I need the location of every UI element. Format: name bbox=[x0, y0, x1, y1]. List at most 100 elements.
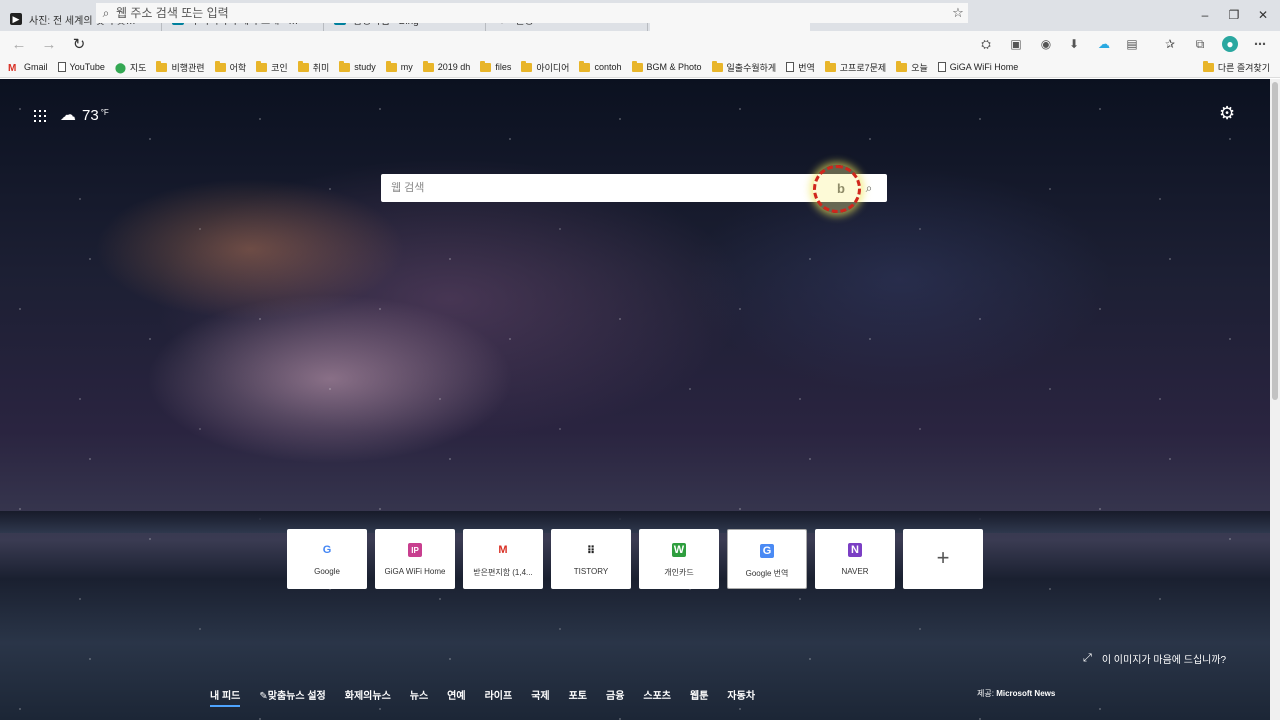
map-pin-icon: ⬤ bbox=[114, 62, 127, 74]
collections-icon[interactable]: ⧉ bbox=[1192, 36, 1208, 52]
navigation-toolbar: ← → ↻ bbox=[0, 31, 1280, 57]
quick-link-gmail[interactable]: M 받은편지함 (1,4... bbox=[463, 529, 543, 589]
w-app-icon: W bbox=[672, 543, 686, 557]
bookmark-folder[interactable]: 비행관련 bbox=[156, 60, 205, 74]
tistory-icon: ⠿ bbox=[584, 543, 598, 557]
google-translate-icon: G bbox=[760, 544, 774, 558]
bookmark-gmail[interactable]: M Gmail bbox=[8, 62, 48, 74]
bookmark-label: my bbox=[400, 62, 413, 72]
back-button[interactable]: ← bbox=[4, 31, 34, 57]
bookmark-folder[interactable]: contoh bbox=[579, 60, 622, 72]
bookmark-folder[interactable]: 고프로7문제 bbox=[824, 60, 887, 74]
page-icon bbox=[786, 62, 795, 72]
bing-logo-icon[interactable]: b bbox=[829, 176, 853, 200]
extension-icon[interactable]: ⬇ bbox=[1066, 36, 1082, 52]
bookmark-folder[interactable]: files bbox=[480, 60, 512, 72]
other-bookmarks[interactable]: 다른 즐겨찾기 bbox=[1202, 57, 1270, 78]
folder-icon bbox=[297, 60, 309, 72]
bookmark-folder[interactable]: 아이디어 bbox=[521, 60, 570, 74]
bookmark-folder[interactable]: my bbox=[385, 60, 413, 72]
bookmark-translate[interactable]: 번역 bbox=[786, 61, 815, 74]
bookmark-label: 아이디어 bbox=[536, 62, 570, 73]
quick-link-naver[interactable]: N NAVER bbox=[815, 529, 895, 589]
minimize-button[interactable]: – bbox=[1190, 8, 1220, 22]
page-icon bbox=[57, 62, 66, 72]
feed-tab-world[interactable]: 국제 bbox=[531, 687, 549, 702]
bookmark-folder[interactable]: 어학 bbox=[214, 60, 246, 74]
cloud-extension-icon[interactable]: ☁ bbox=[1096, 36, 1112, 52]
other-bookmarks-label: 다른 즐겨찾기 bbox=[1217, 63, 1270, 73]
feed-tab-entertainment[interactable]: 연예 bbox=[447, 687, 465, 702]
quick-link-google[interactable]: G Google bbox=[287, 529, 367, 589]
feed-tab-personalize[interactable]: ✎맞춤뉴스 설정 bbox=[259, 687, 325, 702]
scrollbar-thumb[interactable] bbox=[1272, 82, 1278, 400]
quick-link-google-translate[interactable]: G Google 번역 bbox=[727, 529, 807, 589]
web-search-box[interactable]: b ⌕ bbox=[381, 174, 887, 202]
feed-tab-photo[interactable]: 포토 bbox=[569, 687, 587, 702]
extension-icon[interactable]: ▣ bbox=[1008, 36, 1024, 52]
address-input[interactable] bbox=[116, 6, 948, 20]
feed-tab-autos[interactable]: 자동차 bbox=[727, 687, 755, 702]
folder-icon bbox=[339, 60, 351, 72]
bookmark-folder[interactable]: 2019 dh bbox=[422, 60, 471, 72]
quick-link-label: GiGA WiFi Home bbox=[384, 567, 446, 576]
bookmark-maps[interactable]: ⬤ 지도 bbox=[115, 61, 147, 74]
feed-tab-sports[interactable]: 스포츠 bbox=[643, 687, 671, 702]
folder-icon bbox=[156, 60, 168, 72]
extension-icon[interactable]: ◉ bbox=[1038, 36, 1054, 52]
folder-icon bbox=[896, 60, 908, 72]
feed-tab-life[interactable]: 라이프 bbox=[485, 687, 513, 702]
quick-link-tistory[interactable]: ⠿ TISTORY bbox=[551, 529, 631, 589]
feed-tab-trending[interactable]: 화제의뉴스 bbox=[345, 687, 391, 702]
favorite-star-icon[interactable]: ☆ bbox=[948, 5, 968, 21]
window-close-button[interactable]: ✕ bbox=[1248, 8, 1278, 22]
horizon bbox=[0, 511, 1270, 533]
folder-icon bbox=[631, 60, 643, 72]
quick-link-label: NAVER bbox=[841, 567, 869, 576]
provider-name: Microsoft News bbox=[996, 689, 1056, 698]
bookmark-label: 고프로7문제 bbox=[839, 62, 887, 73]
bookmark-folder[interactable]: study bbox=[339, 60, 376, 72]
extension-icon[interactable]: ▤ bbox=[1124, 36, 1140, 52]
bing-image-icon: ▶ bbox=[10, 13, 22, 25]
bookmark-label: 비행관련 bbox=[171, 62, 205, 73]
weather-widget[interactable]: ☁ 73 °F bbox=[60, 105, 109, 125]
plus-icon: + bbox=[936, 545, 950, 570]
forward-button[interactable]: → bbox=[34, 31, 64, 57]
bookmark-youtube[interactable]: YouTube bbox=[57, 62, 105, 72]
feed-tab-news[interactable]: 뉴스 bbox=[410, 687, 428, 702]
more-menu-icon[interactable]: ⋯ bbox=[1252, 36, 1268, 52]
profile-avatar[interactable]: ● bbox=[1222, 36, 1238, 52]
refresh-button[interactable]: ↻ bbox=[64, 31, 94, 57]
feed-tab-label: 맞춤뉴스 설정 bbox=[267, 690, 326, 702]
page-settings-gear-icon[interactable]: ⚙ bbox=[1219, 103, 1235, 124]
feed-tab-finance[interactable]: 금융 bbox=[606, 687, 624, 702]
web-search-input[interactable] bbox=[381, 174, 829, 202]
feed-tab-webtoon[interactable]: 웹툰 bbox=[690, 687, 708, 702]
bookmark-label: 2019 dh bbox=[437, 62, 471, 72]
restore-button[interactable]: ❐ bbox=[1219, 8, 1249, 22]
bookmark-folder[interactable]: 취미 bbox=[297, 60, 329, 74]
quick-link-label: 개인카드 bbox=[664, 568, 694, 577]
favorites-icon[interactable]: ✰ bbox=[1162, 36, 1178, 52]
bookmark-label: files bbox=[495, 62, 512, 72]
address-bar[interactable]: ⌕ ☆ bbox=[96, 3, 968, 23]
quick-link-card[interactable]: W 개인카드 bbox=[639, 529, 719, 589]
bookmark-folder[interactable]: 코인 bbox=[256, 60, 288, 74]
bookmarks-bar: M Gmail YouTube ⬤ 지도 비행관련 어학 코인 취미 study m… bbox=[0, 57, 1280, 78]
add-quick-link-button[interactable]: + bbox=[903, 529, 983, 589]
bookmark-giga-wifi[interactable]: GiGA WiFi Home bbox=[937, 62, 1018, 72]
feed-tab-my-feed[interactable]: 내 피드 bbox=[210, 687, 241, 707]
bookmark-folder[interactable]: 오늘 bbox=[896, 60, 928, 74]
image-feedback[interactable]: ⤢ 이 이미지가 마음에 드십니까? bbox=[1083, 651, 1226, 666]
folder-icon bbox=[1202, 61, 1214, 72]
bookmark-folder[interactable]: 일출수월하게 bbox=[711, 60, 776, 74]
bookmark-folder[interactable]: BGM & Photo bbox=[631, 60, 702, 72]
expand-arrows-icon: ⤢ bbox=[1083, 652, 1092, 664]
quick-link-giga-wifi[interactable]: IP GiGA WiFi Home bbox=[375, 529, 455, 589]
app-launcher-icon[interactable] bbox=[34, 110, 46, 122]
bookmark-label: YouTube bbox=[69, 62, 105, 72]
extension-icon[interactable]: ⛭ bbox=[978, 36, 994, 52]
search-icon[interactable]: ⌕ bbox=[859, 181, 879, 196]
bookmark-label: 코인 bbox=[271, 62, 288, 73]
